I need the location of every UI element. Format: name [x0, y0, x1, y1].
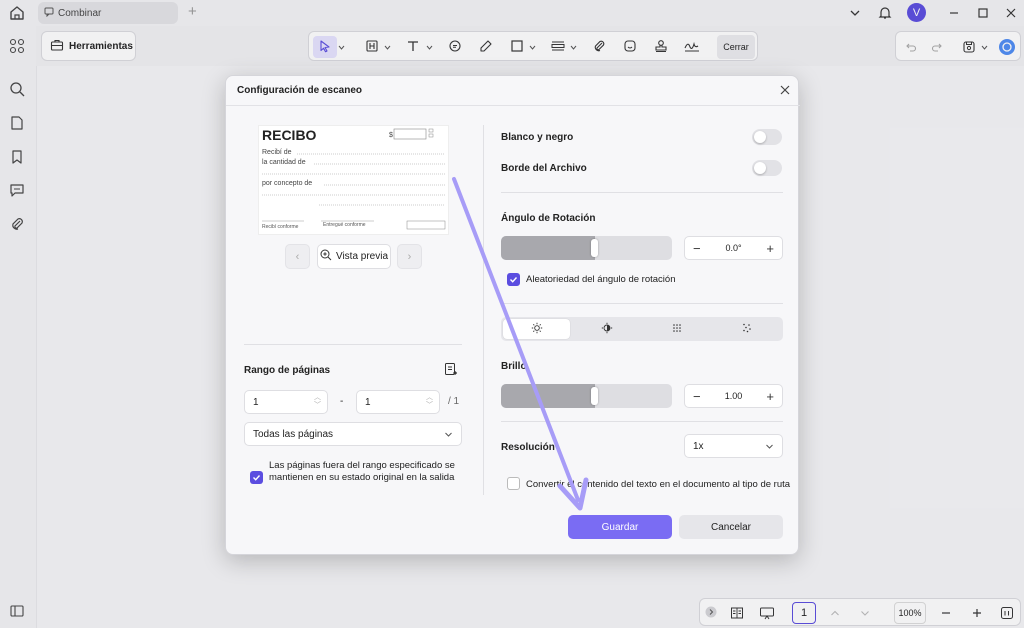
brightness-slider[interactable] [501, 384, 672, 408]
page-total: / 1 [448, 396, 460, 407]
keep-pages-checkbox[interactable] [250, 471, 263, 484]
stepper-arrows-icon[interactable]: ︿ ﹀ [426, 394, 433, 410]
brightness-stepper[interactable]: − 1.00 + [684, 384, 783, 408]
minus-icon[interactable]: − [693, 241, 701, 256]
prev-preview-button[interactable]: ‹ [285, 244, 310, 269]
preview-button[interactable]: Vista previa [317, 244, 391, 269]
random-rotation-label: Aleatoriedad del ángulo de rotación [526, 274, 676, 285]
minus-icon[interactable]: − [693, 389, 701, 404]
rotation-stepper[interactable]: − 0.0° + [684, 236, 783, 260]
page-range-from[interactable]: 1 ︿ ﹀ [244, 390, 328, 414]
receipt-line-1: Recibí de [262, 149, 292, 156]
resolution-label: Resolución [501, 442, 555, 453]
zoom-in-icon [320, 249, 332, 264]
convert-text-label: Convertir el contenido del texto en el d… [526, 479, 791, 490]
sun-icon [531, 322, 543, 337]
image-filter-tabs [501, 317, 783, 341]
divider [501, 303, 783, 304]
keep-pages-label: Las páginas fuera del rango especificado… [269, 460, 455, 483]
page-range-label: Rango de páginas [244, 365, 331, 376]
file-border-label: Borde del Archivo [501, 163, 587, 174]
black-white-toggle[interactable] [752, 129, 782, 145]
scan-preview: RECIBO $ Recibí de la cantidad de por co… [258, 125, 449, 235]
scan-settings-dialog: Configuración de escaneo RECIBO $ Recibí… [225, 75, 800, 555]
file-border-toggle[interactable] [752, 160, 782, 176]
filter-brightness-tab[interactable] [503, 319, 570, 339]
contrast-icon [601, 322, 613, 337]
stepper-arrows-icon[interactable]: ︿ ﹀ [314, 394, 321, 410]
noise-icon [741, 322, 753, 337]
page-from-value: 1 [253, 396, 259, 408]
receipt-line-2: la cantidad de [262, 159, 306, 166]
slider-handle[interactable] [591, 387, 598, 405]
dialog-title: Configuración de escaneo [237, 85, 363, 96]
random-rotation-checkbox[interactable] [507, 273, 520, 286]
dots-grid-icon [671, 322, 683, 337]
dialog-header: Configuración de escaneo [226, 76, 800, 106]
divider [483, 125, 484, 495]
close-icon[interactable] [778, 83, 792, 97]
rotation-label: Ángulo de Rotación [501, 213, 596, 224]
page-to-value: 1 [365, 396, 371, 408]
page-subset-value: Todas las páginas [253, 428, 334, 440]
resolution-value: 1x [693, 440, 704, 452]
plus-icon[interactable]: + [766, 241, 774, 256]
chevron-down-icon [444, 430, 453, 442]
page-range-icon[interactable] [444, 362, 458, 380]
divider [501, 192, 783, 193]
black-white-label: Blanco y negro [501, 132, 574, 143]
plus-icon[interactable]: + [766, 389, 774, 404]
slider-handle[interactable] [591, 239, 598, 257]
receipt-footer-mid: Entregué conforme [323, 222, 366, 228]
rotation-slider[interactable] [501, 236, 672, 260]
resolution-select[interactable]: 1x [684, 434, 783, 458]
receipt-footer-left: Recibí conforme [262, 224, 299, 230]
page-subset-select[interactable]: Todas las páginas [244, 422, 462, 446]
next-preview-button[interactable]: › [397, 244, 422, 269]
brightness-label: Brillo [501, 361, 527, 372]
save-button[interactable]: Guardar [568, 515, 672, 539]
brightness-value: 1.00 [724, 391, 743, 401]
filter-contrast-tab[interactable] [573, 319, 640, 339]
divider [501, 421, 783, 422]
divider [244, 344, 462, 345]
convert-text-checkbox[interactable] [507, 477, 520, 490]
preview-label: Vista previa [335, 251, 389, 262]
range-separator: - [340, 396, 344, 407]
cancel-button[interactable]: Cancelar [679, 515, 783, 539]
chevron-down-icon [765, 442, 774, 454]
rotation-value: 0.0° [725, 243, 742, 253]
receipt-line-3: por concepto de [262, 180, 312, 187]
receipt-title: RECIBO [262, 127, 317, 143]
filter-noise-tab[interactable] [713, 319, 781, 339]
filter-sharpness-tab[interactable] [643, 319, 710, 339]
svg-text:$: $ [389, 132, 393, 139]
page-range-to[interactable]: 1 ︿ ﹀ [356, 390, 440, 414]
